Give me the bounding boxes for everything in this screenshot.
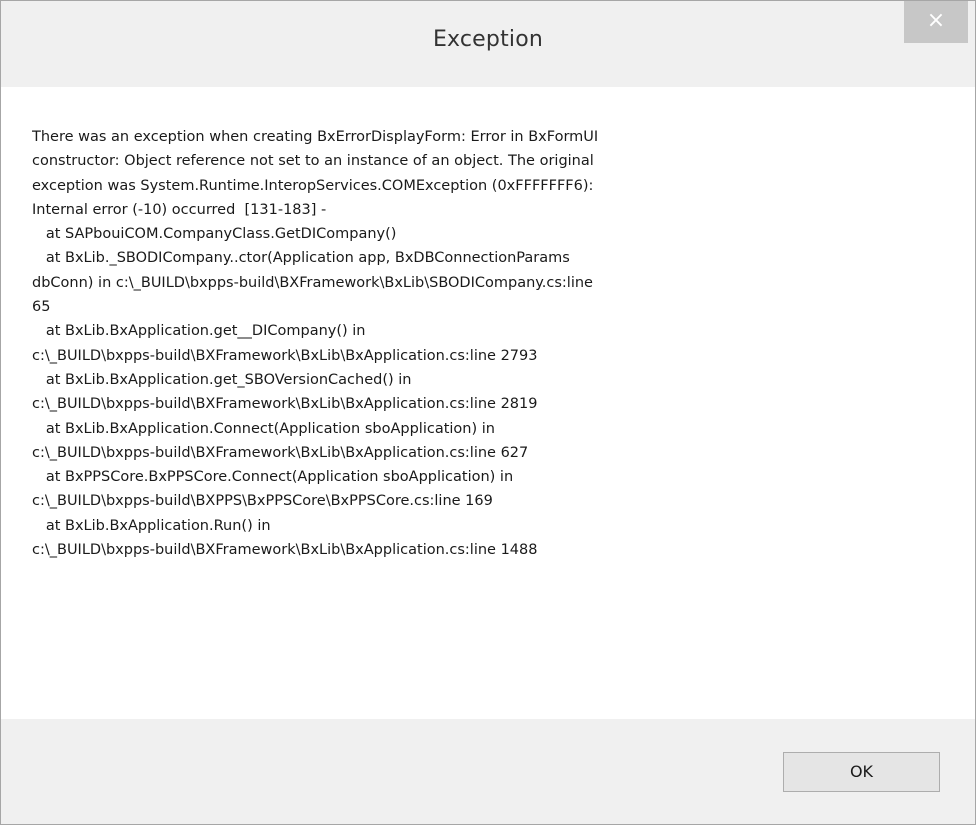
message-line: at BxPPSCore.BxPPSCore.Connect(Applicati… <box>32 469 514 486</box>
title-bar[interactable]: Exception × <box>1 1 975 87</box>
message-line: 65 <box>32 299 51 316</box>
message-line: Internal error (-10) occurred [131-183] … <box>32 201 327 218</box>
message-line: dbConn) in c:\_BUILD\bxpps-build\BXFrame… <box>32 274 593 291</box>
message-line: at BxLib.BxApplication.Connect(Applicati… <box>32 420 495 437</box>
message-line: c:\_BUILD\bxpps-build\BXFramework\BxLib\… <box>32 347 538 364</box>
message-line: at BxLib.BxApplication.get_SBOVersionCac… <box>32 371 412 388</box>
message-line: c:\_BUILD\bxpps-build\BXPPS\BxPPSCore\Bx… <box>32 493 493 510</box>
message-line: at BxLib.BxApplication.Run() in <box>32 517 271 534</box>
message-line: at SAPbouiCOM.CompanyClass.GetDICompany(… <box>32 226 397 243</box>
close-button[interactable]: × <box>904 1 968 43</box>
close-icon: × <box>926 8 946 33</box>
ok-button[interactable]: OK <box>783 752 940 792</box>
message-line: at BxLib._SBODICompany..ctor(Application… <box>32 250 570 267</box>
message-line: c:\_BUILD\bxpps-build\BXFramework\BxLib\… <box>32 396 538 413</box>
dialog-title: Exception <box>432 27 544 52</box>
button-bar: OK <box>1 719 975 824</box>
exception-dialog: Exception × There was an exception when … <box>0 0 976 825</box>
message-line: exception was System.Runtime.InteropServ… <box>32 177 594 194</box>
message-line: c:\_BUILD\bxpps-build\BXFramework\BxLib\… <box>32 444 529 461</box>
message-line: at BxLib.BxApplication.get__DICompany() … <box>32 323 366 340</box>
message-line: constructor: Object reference not set to… <box>32 153 594 170</box>
message-area: There was an exception when creating BxE… <box>1 87 975 719</box>
message-line: c:\_BUILD\bxpps-build\BXFramework\BxLib\… <box>32 542 538 559</box>
exception-message: There was an exception when creating BxE… <box>32 125 922 562</box>
message-line: There was an exception when creating BxE… <box>32 129 599 145</box>
